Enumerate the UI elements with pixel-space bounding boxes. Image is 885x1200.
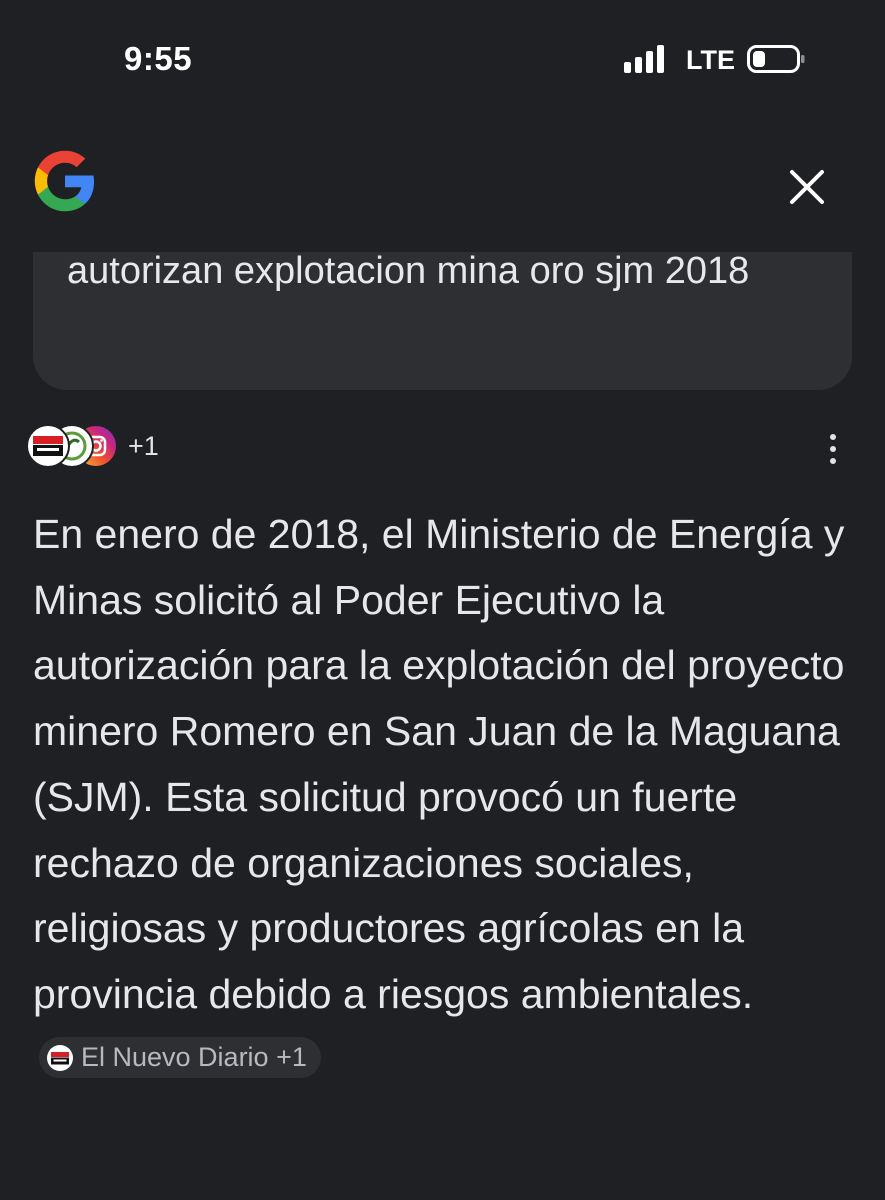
search-query-card[interactable]: autorizan explotacion mina oro sjm 2018	[33, 252, 852, 390]
search-query-text: autorizan explotacion mina oro sjm 2018	[67, 252, 750, 292]
extra-sources-count: +1	[128, 430, 159, 461]
el-nuevo-diario-logo	[47, 1044, 73, 1071]
status-bar: 9:55 LTE	[0, 0, 885, 120]
citation-label: El Nuevo Diario +1	[81, 1042, 307, 1073]
battery-icon	[747, 45, 805, 73]
ai-overview-answer: En enero de 2018, el Ministerio de Energ…	[33, 502, 863, 1093]
google-logo	[34, 150, 95, 212]
answer-text: En enero de 2018, el Ministerio de Energ…	[33, 511, 845, 1017]
el-nuevo-diario-logo	[26, 424, 70, 468]
citation-chip[interactable]: El Nuevo Diario +1	[39, 1037, 321, 1079]
more-vert-icon[interactable]	[820, 432, 846, 466]
status-time: 9:55	[124, 40, 193, 77]
source-icons-row[interactable]: +1	[26, 423, 159, 469]
cellular-signal-icon	[624, 44, 664, 73]
network-type-label: LTE	[686, 45, 735, 75]
close-icon[interactable]	[780, 160, 834, 214]
